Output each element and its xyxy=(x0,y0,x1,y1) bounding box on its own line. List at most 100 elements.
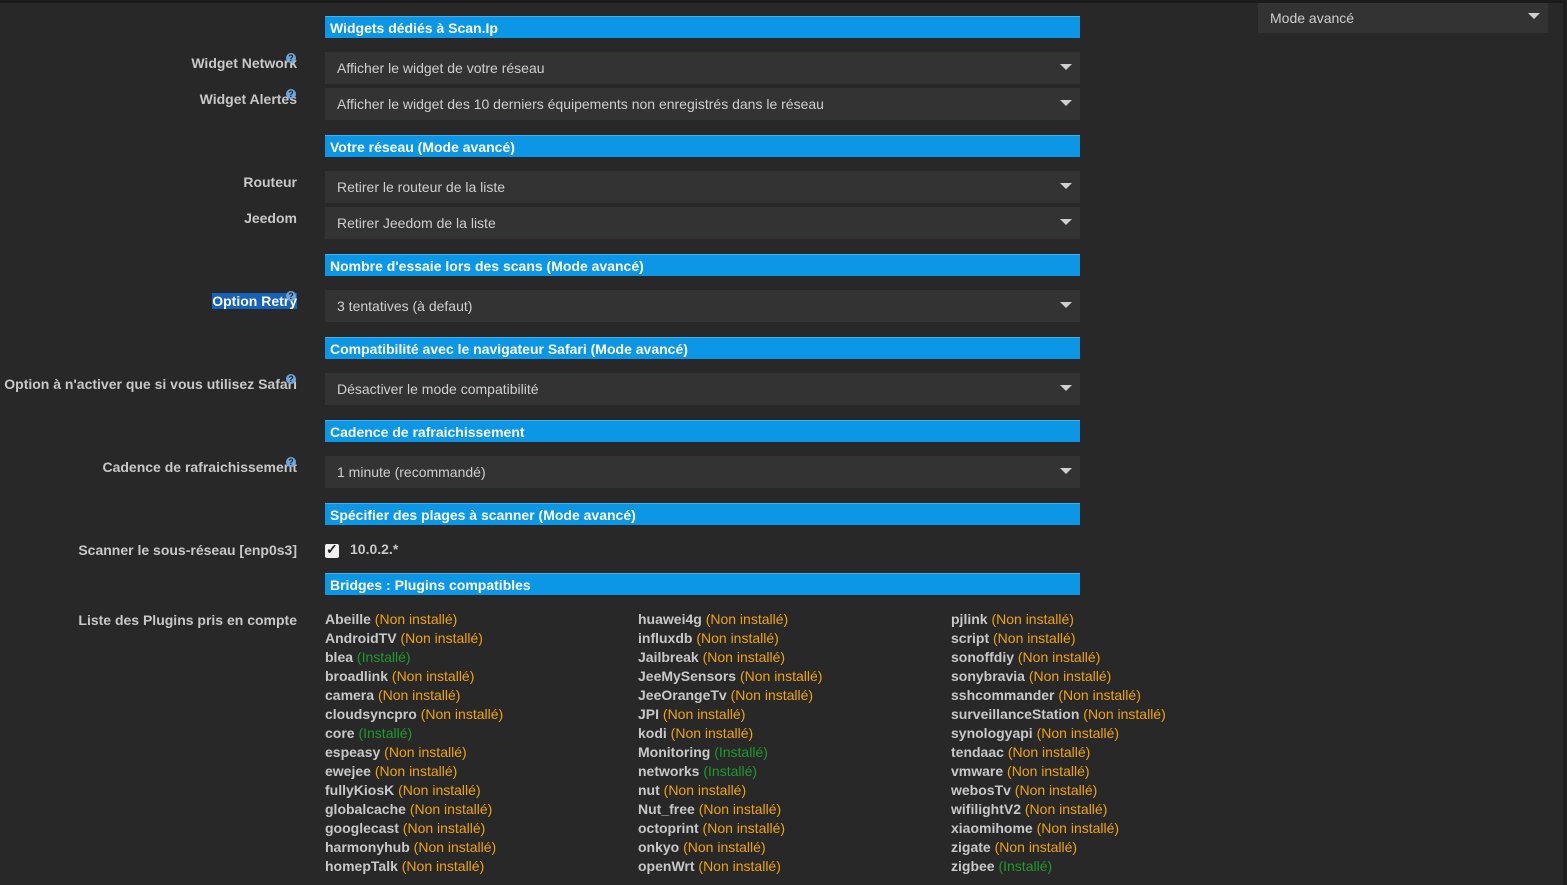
section-retry: Nombre d'essaie lors des scans (Mode ava… xyxy=(325,254,1080,276)
plugin-item: sonybravia (Non installé) xyxy=(951,667,1166,686)
plugin-name: zigbee xyxy=(951,858,999,874)
plugin-item: vmware (Non installé) xyxy=(951,762,1166,781)
plugin-status: (Non installé) xyxy=(413,839,497,855)
help-icon[interactable]: ? xyxy=(286,374,296,384)
plugin-item: synologyapi (Non installé) xyxy=(951,724,1166,743)
select-jeedom[interactable]: Retirer Jeedom de la liste xyxy=(325,207,1080,239)
plugin-status: (Non installé) xyxy=(1024,801,1108,817)
plugin-status: (Non installé) xyxy=(1014,782,1098,798)
plugin-item: JeeMySensors (Non installé) xyxy=(638,667,822,686)
plugin-name: sshcommander xyxy=(951,687,1059,703)
plugin-status: (Non installé) xyxy=(374,611,458,627)
plugin-name: influxdb xyxy=(638,630,697,646)
plugin-item: JPI (Non installé) xyxy=(638,705,822,724)
select-retry[interactable]: 3 tentatives (à defaut) xyxy=(325,290,1080,322)
section-ranges: Spécifier des plages à scanner (Mode ava… xyxy=(325,503,1080,525)
select-value: 1 minute (recommandé) xyxy=(337,464,486,480)
plugin-item: webosTv (Non installé) xyxy=(951,781,1166,800)
plugin-status: (Non installé) xyxy=(705,611,789,627)
label-text: Scanner le sous-réseau [enp0s3] xyxy=(78,542,297,558)
plugin-status: (Non installé) xyxy=(400,630,483,646)
plugin-item: octoprint (Non installé) xyxy=(638,819,822,838)
plugin-status: (Non installé) xyxy=(1028,668,1112,684)
select-widget-network[interactable]: Afficher le widget de votre réseau xyxy=(325,52,1080,84)
plugin-status: (Non installé) xyxy=(1017,649,1101,665)
plugin-status: (Installé) xyxy=(703,763,758,779)
plugin-status: (Installé) xyxy=(714,744,768,760)
plugin-item: Jailbreak (Non installé) xyxy=(638,648,822,667)
plugin-item: core (Installé) xyxy=(325,724,503,743)
plugin-name: networks xyxy=(638,763,704,779)
plugin-name: octoprint xyxy=(638,820,703,836)
select-widget-alertes[interactable]: Afficher le widget des 10 derniers équip… xyxy=(325,88,1080,120)
plugin-status: (Non installé) xyxy=(698,858,781,874)
checkmark-icon: ✓ xyxy=(326,541,338,557)
plugin-name: fullyKiosK xyxy=(325,782,399,798)
chevron-down-icon xyxy=(1060,100,1072,106)
plugin-status: (Non installé) xyxy=(994,839,1078,855)
plugin-name: openWrt xyxy=(638,858,699,874)
label-refresh: Cadence de rafraichissement xyxy=(0,459,297,475)
plugin-status: (Non installé) xyxy=(991,611,1074,627)
plugin-status: (Non installé) xyxy=(1007,744,1091,760)
plugin-name: harmonyhub xyxy=(325,839,414,855)
label-retry: Option Retry xyxy=(0,293,297,309)
mode-select-value: Mode avancé xyxy=(1270,10,1355,26)
label-widget-network: Widget Network xyxy=(0,55,297,71)
select-safari[interactable]: Désactiver le mode compatibilité xyxy=(325,373,1080,405)
plugin-column-2: huawei4g (Non installé) influxdb (Non ins… xyxy=(638,610,822,876)
plugin-item: influxdb (Non installé) xyxy=(638,629,822,648)
plugin-item: googlecast (Non installé) xyxy=(325,819,503,838)
plugin-status: (Non installé) xyxy=(670,725,754,741)
plugin-name: tendaac xyxy=(951,744,1008,760)
section-network: Votre réseau (Mode avancé) xyxy=(325,135,1080,157)
plugin-item: wifilightV2 (Non installé) xyxy=(951,800,1166,819)
select-value: Afficher le widget des 10 derniers équip… xyxy=(337,96,824,112)
plugin-name: Nut_free xyxy=(638,801,699,817)
plugin-name: kodi xyxy=(638,725,671,741)
help-icon[interactable]: ? xyxy=(286,89,296,99)
plugin-name: xiaomihome xyxy=(951,820,1037,836)
plugin-status: (Non installé) xyxy=(391,668,475,684)
plugin-status: (Non installé) xyxy=(702,649,786,665)
plugin-item: ewejee (Non installé) xyxy=(325,762,503,781)
plugin-status: (Non installé) xyxy=(730,687,814,703)
plugin-name: wifilightV2 xyxy=(951,801,1025,817)
plugin-status: (Installé) xyxy=(356,649,411,665)
plugin-name: JeeOrangeTv xyxy=(638,687,731,703)
plugin-name: blea xyxy=(325,649,357,665)
plugin-item: pjlink (Non installé) xyxy=(951,610,1166,629)
subnet-checkbox[interactable]: ✓ xyxy=(325,541,339,558)
select-value: Retirer Jeedom de la liste xyxy=(337,215,496,231)
plugin-status: (Installé) xyxy=(998,858,1053,874)
section-widgets: Widgets dédiés à Scan.Ip xyxy=(325,16,1080,38)
plugin-name: sonybravia xyxy=(951,668,1029,684)
select-refresh[interactable]: 1 minute (recommandé) xyxy=(325,456,1080,488)
select-value: 3 tentatives (à defaut) xyxy=(337,298,473,314)
plugin-column-3: pjlink (Non installé) script (Non install… xyxy=(951,610,1166,876)
mode-select[interactable]: Mode avancé xyxy=(1258,3,1548,33)
plugin-item: huawei4g (Non installé) xyxy=(638,610,822,629)
plugin-status: (Non installé) xyxy=(401,858,485,874)
scrollbar-track[interactable] xyxy=(1563,0,1567,885)
plugin-name: Monitoring xyxy=(638,744,715,760)
plugin-status: (Non installé) xyxy=(374,763,458,779)
plugin-item: surveillanceStation (Non installé) xyxy=(951,705,1166,724)
plugin-name: sonoffdiy xyxy=(951,649,1018,665)
label-text: Widget Network xyxy=(191,55,297,71)
plugin-status: (Non installé) xyxy=(384,744,467,760)
plugin-name: googlecast xyxy=(325,820,403,836)
select-routeur[interactable]: Retirer le routeur de la liste xyxy=(325,171,1080,203)
plugin-item: nut (Non installé) xyxy=(638,781,822,800)
help-icon[interactable]: ? xyxy=(286,53,296,63)
plugin-item: blea (Installé) xyxy=(325,648,503,667)
plugin-name: surveillanceStation xyxy=(951,706,1084,722)
plugin-name: webosTv xyxy=(951,782,1015,798)
chevron-down-icon xyxy=(1060,183,1072,189)
help-icon[interactable]: ? xyxy=(286,457,296,467)
plugin-item: xiaomihome (Non installé) xyxy=(951,819,1166,838)
plugin-name: onkyo xyxy=(638,839,684,855)
plugin-name: camera xyxy=(325,687,378,703)
plugin-status: (Non installé) xyxy=(702,820,786,836)
help-icon[interactable]: ? xyxy=(286,291,296,301)
